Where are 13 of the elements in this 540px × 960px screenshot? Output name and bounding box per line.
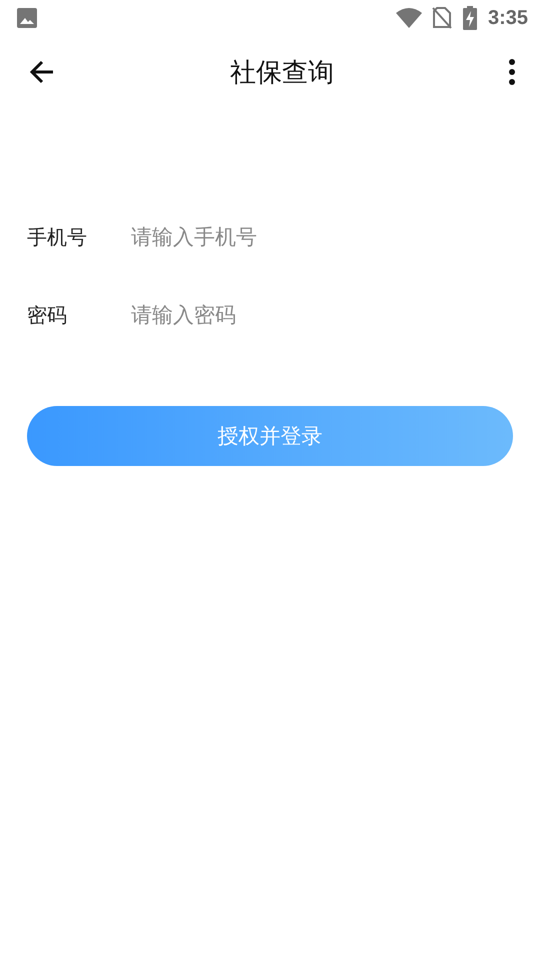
back-arrow-icon: [28, 58, 56, 86]
input-field[interactable]: 请输入手机号: [131, 221, 513, 253]
login-button[interactable]: 授权并登录: [27, 406, 513, 466]
image-icon: [16, 7, 38, 29]
field-label: 密码: [27, 302, 68, 328]
page-title: 社保查询: [230, 56, 334, 90]
status-time: 3:35: [488, 6, 528, 30]
no-sim-icon: [432, 7, 452, 29]
input-field[interactable]: 请输入密码: [131, 299, 513, 331]
wifi-icon: [396, 8, 422, 28]
battery-charging-icon: [462, 6, 478, 30]
more-icon: [508, 59, 516, 85]
field-label: 手机号: [27, 224, 88, 250]
